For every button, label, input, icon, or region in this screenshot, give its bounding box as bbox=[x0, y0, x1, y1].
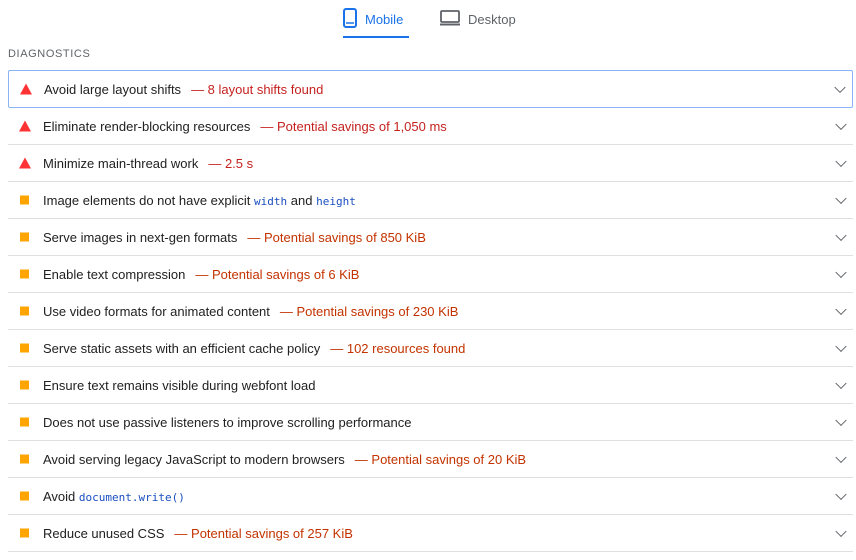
audit-display-value: — Potential savings of 6 KiB bbox=[195, 266, 360, 282]
audit-title: Use video formats for animated content bbox=[43, 303, 270, 319]
code-document-write: document.write() bbox=[78, 490, 185, 504]
audit-title: Avoid large layout shifts bbox=[44, 81, 182, 97]
audit-item[interactable]: Serve images in next-gen formats — Potent… bbox=[8, 219, 853, 256]
audit-title: Reduce unused CSS bbox=[43, 525, 165, 541]
audit-display-value: — 8 layout shifts found bbox=[191, 81, 324, 97]
audit-display-value: — Potential savings of 850 KiB bbox=[247, 229, 426, 245]
active-tab-indicator bbox=[343, 36, 409, 38]
average-square-icon bbox=[20, 232, 29, 242]
chevron-down-icon[interactable] bbox=[835, 377, 847, 390]
audit-title: Avoid bbox=[43, 488, 76, 504]
chevron-down-icon[interactable] bbox=[834, 81, 846, 94]
audit-display-value: — 2.5 s bbox=[208, 155, 254, 171]
audit-item[interactable]: Avoid document.write() bbox=[8, 478, 853, 515]
average-square-icon bbox=[20, 343, 29, 353]
average-square-icon bbox=[20, 417, 29, 427]
audit-item[interactable]: Reduce unused CSS — Potential savings of … bbox=[8, 515, 853, 552]
chevron-down-icon[interactable] bbox=[835, 451, 847, 464]
chevron-down-icon[interactable] bbox=[835, 266, 847, 279]
chevron-down-icon[interactable] bbox=[835, 303, 847, 316]
code-width: width bbox=[254, 194, 288, 208]
fail-triangle-icon bbox=[19, 157, 31, 169]
chevron-down-icon[interactable] bbox=[835, 229, 847, 242]
audit-display-value: — Potential savings of 230 KiB bbox=[279, 303, 459, 319]
fail-triangle-icon bbox=[19, 120, 31, 132]
fail-triangle-icon bbox=[20, 83, 32, 95]
tab-mobile-label: Mobile bbox=[365, 11, 404, 27]
audit-list: Avoid large layout shifts — 8 layout shif… bbox=[8, 70, 853, 552]
chevron-down-icon[interactable] bbox=[835, 155, 847, 168]
tab-desktop-label: Desktop bbox=[468, 11, 516, 27]
audit-item[interactable]: Avoid large layout shifts — 8 layout shif… bbox=[8, 70, 853, 108]
chevron-down-icon[interactable] bbox=[835, 340, 847, 353]
average-square-icon bbox=[20, 380, 29, 390]
audit-display-value: — Potential savings of 20 KiB bbox=[354, 451, 527, 467]
chevron-down-icon[interactable] bbox=[835, 414, 847, 427]
audit-title: Ensure text remains visible during webfo… bbox=[43, 377, 316, 393]
phone-icon bbox=[343, 7, 357, 31]
audit-title-mid: and bbox=[290, 192, 313, 208]
average-square-icon bbox=[20, 491, 29, 501]
audit-title: Enable text compression bbox=[43, 266, 186, 282]
audit-title: Image elements do not have explicit bbox=[43, 192, 251, 208]
average-square-icon bbox=[20, 195, 29, 205]
audit-display-value: — 102 resources found bbox=[330, 340, 466, 356]
average-square-icon bbox=[20, 454, 29, 464]
audit-item[interactable]: Ensure text remains visible during webfo… bbox=[8, 367, 853, 404]
tab-mobile[interactable]: Mobile bbox=[343, 0, 409, 38]
audit-item[interactable]: Minimize main-thread work — 2.5 s bbox=[8, 145, 853, 182]
audit-title: Eliminate render-blocking resources bbox=[43, 118, 251, 134]
audit-item[interactable]: Enable text compression — Potential savin… bbox=[8, 256, 853, 293]
average-square-icon bbox=[20, 269, 29, 279]
audit-item[interactable]: Use video formats for animated content — … bbox=[8, 293, 853, 330]
code-height: height bbox=[316, 194, 356, 208]
chevron-down-icon[interactable] bbox=[835, 525, 847, 538]
average-square-icon bbox=[20, 528, 29, 538]
audit-item[interactable]: Avoid serving legacy JavaScript to moder… bbox=[8, 441, 853, 478]
audit-title: Avoid serving legacy JavaScript to moder… bbox=[43, 451, 345, 467]
section-title: DIAGNOSTICS bbox=[8, 48, 91, 60]
device-tabs: Mobile Desktop bbox=[0, 0, 856, 40]
audit-item[interactable]: Does not use passive listeners to improv… bbox=[8, 404, 853, 441]
audit-item[interactable]: Serve static assets with an efficient ca… bbox=[8, 330, 853, 367]
tab-desktop[interactable]: Desktop bbox=[440, 0, 530, 38]
average-square-icon bbox=[20, 306, 29, 316]
audit-display-value: — Potential savings of 1,050 ms bbox=[260, 118, 447, 134]
chevron-down-icon[interactable] bbox=[835, 118, 847, 131]
audit-title: Serve static assets with an efficient ca… bbox=[43, 340, 321, 356]
monitor-icon bbox=[440, 9, 460, 29]
chevron-down-icon[interactable] bbox=[835, 488, 847, 501]
audit-item[interactable]: Eliminate render-blocking resources — Pot… bbox=[8, 108, 853, 145]
audit-title: Minimize main-thread work bbox=[43, 155, 199, 171]
audit-display-value: — Potential savings of 257 KiB bbox=[174, 525, 353, 541]
audit-title: Does not use passive listeners to improv… bbox=[43, 414, 412, 430]
audit-item[interactable]: Image elements do not have explicit widt… bbox=[8, 182, 853, 219]
chevron-down-icon[interactable] bbox=[835, 192, 847, 205]
audit-title: Serve images in next-gen formats bbox=[43, 229, 238, 245]
